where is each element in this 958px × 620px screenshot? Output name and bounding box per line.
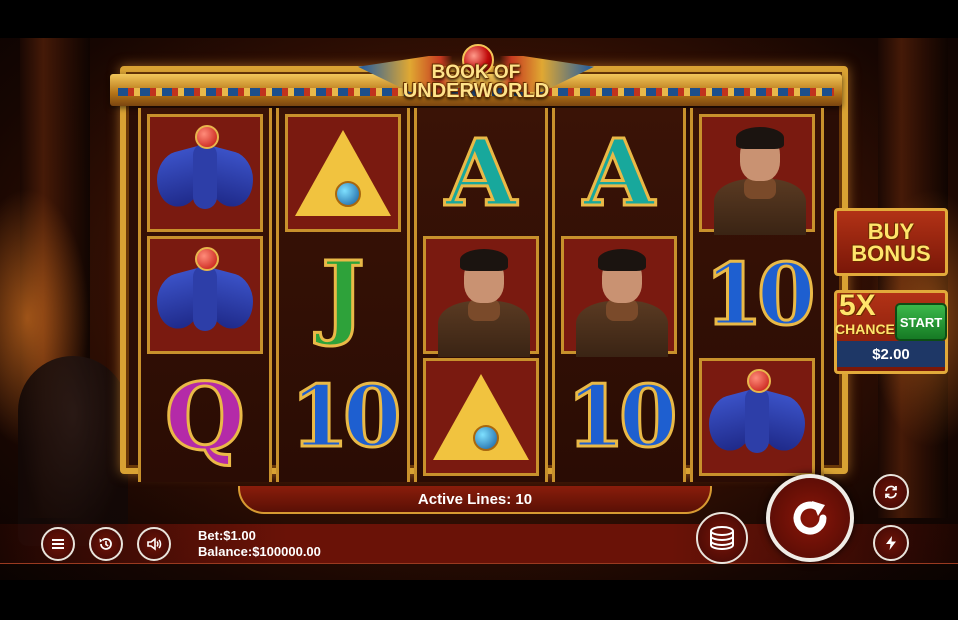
bet-label: Bet:: [198, 528, 224, 543]
chance-label: CHANCE: [835, 321, 895, 337]
balance-value: $100000.00: [252, 544, 321, 559]
coins-icon: [710, 526, 734, 551]
scarab-bird-symbol: [699, 358, 815, 476]
turbo-button[interactable]: [873, 525, 909, 561]
ten-symbol: 10: [565, 367, 679, 466]
reel-5: 10: [690, 108, 824, 482]
bet-balance-info: Bet:$1.00 Balance:$100000.00: [198, 528, 321, 560]
active-lines-banner: Active Lines: 10: [238, 486, 712, 514]
j-symbol: J: [320, 241, 366, 349]
bet-value: $1.00: [223, 528, 256, 543]
explorer-symbol: [699, 114, 815, 235]
chance-start-button[interactable]: START: [895, 303, 947, 341]
lightning-icon: [886, 536, 896, 550]
reel-4: A 10: [552, 108, 686, 482]
speaker-icon: [147, 537, 162, 551]
a-symbol: A: [444, 119, 518, 227]
menu-button[interactable]: [41, 527, 75, 561]
ten-symbol: 10: [289, 367, 403, 466]
chance-multiplier: 5X: [839, 289, 876, 322]
reel-1: Q: [138, 108, 272, 482]
sound-button[interactable]: [137, 527, 171, 561]
autoplay-icon: [885, 485, 897, 499]
explorer-symbol: [423, 236, 539, 357]
balance-label: Balance:: [198, 544, 253, 559]
pyramid-symbol: [423, 358, 539, 476]
reel-2: J 10: [276, 108, 410, 482]
a-symbol: A: [582, 119, 656, 227]
autoplay-button[interactable]: [873, 474, 909, 510]
chance-price: $2.00: [837, 341, 945, 367]
ten-symbol: 10: [703, 245, 817, 344]
buy-bonus-line-1: BUY: [867, 219, 915, 244]
buy-bonus-button[interactable]: BUY BONUS: [834, 208, 948, 276]
bottom-bar-divider: [0, 563, 958, 564]
hooded-figure: [18, 356, 128, 546]
history-button[interactable]: [89, 527, 123, 561]
scarab-bird-symbol: [147, 114, 263, 232]
explorer-symbol: [561, 236, 677, 357]
logo-line-2: UNDERWORLD: [402, 80, 550, 102]
history-icon: [99, 538, 112, 550]
game-logo: BOOK OF UNDERWORLD: [358, 42, 594, 102]
spin-arrow-icon: [793, 501, 827, 535]
q-symbol: Q: [163, 363, 246, 471]
scarab-bird-symbol: [147, 236, 263, 354]
reel-3: A: [414, 108, 548, 482]
menu-icon: [52, 539, 64, 549]
reel-grid: Q J 10 A A 10 10: [138, 108, 824, 482]
bet-coins-button[interactable]: [696, 512, 748, 564]
pyramid-symbol: [285, 114, 401, 232]
buy-bonus-line-2: BONUS: [851, 241, 931, 266]
chance-panel: 5X CHANCE START $2.00: [834, 289, 948, 374]
spin-button[interactable]: [766, 474, 854, 562]
